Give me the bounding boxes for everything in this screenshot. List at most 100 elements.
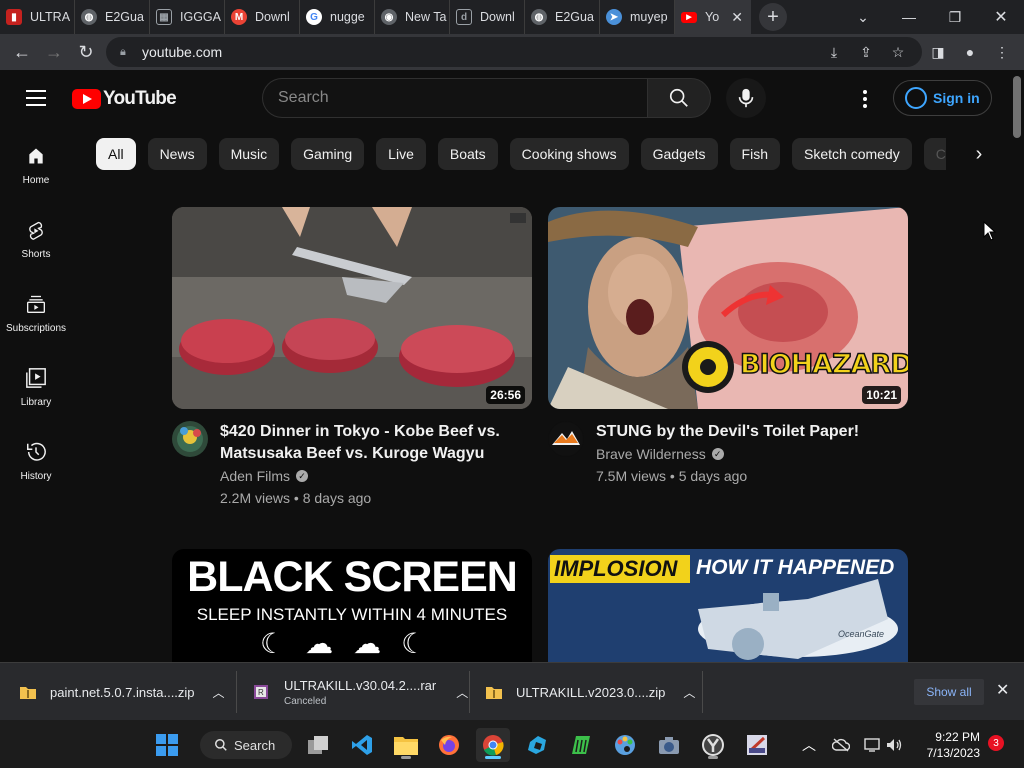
url-text: youtube.com <box>142 44 223 60</box>
igg-icon: ▦ <box>156 9 172 25</box>
volume-icon[interactable] <box>878 728 912 762</box>
download-item[interactable]: ULTRAKILL.v2023.0....zip ︿ <box>486 663 695 721</box>
chevron-right-icon[interactable]: › <box>962 138 996 171</box>
browser-tab[interactable]: ▮ ULTRA <box>0 0 75 34</box>
chevron-up-icon[interactable]: ︿ <box>213 684 225 701</box>
chip-live[interactable]: Live <box>376 138 426 170</box>
browser-tab[interactable]: d Downl <box>450 0 525 34</box>
chip-fish[interactable]: Fish <box>729 138 780 170</box>
paint-icon[interactable] <box>608 728 642 762</box>
video-thumbnail[interactable]: BIOHAZARD 10:21 <box>548 207 908 409</box>
chip-gaming[interactable]: Gaming <box>291 138 365 170</box>
browser-tab[interactable]: Gnugge <box>300 0 375 34</box>
side-panel-icon[interactable]: ◨ <box>922 36 954 68</box>
chip-gadgets[interactable]: Gadgets <box>640 138 718 170</box>
windows-start-icon[interactable] <box>150 728 184 762</box>
address-bar[interactable]: 🔒︎ youtube.com <box>106 37 922 67</box>
settings-menu-icon[interactable] <box>856 88 874 110</box>
chrome-taskbar-icon[interactable] <box>476 728 510 762</box>
microphone-icon <box>738 88 754 108</box>
video-card[interactable]: BLACK SCREEN SLEEP INSTANTLY WITHIN 4 MI… <box>172 549 532 662</box>
thumbnail-brand: OceanGate <box>838 629 885 639</box>
bookmark-star-icon[interactable]: ☆ <box>882 36 914 68</box>
chevron-up-icon[interactable]: ︿ <box>683 684 695 701</box>
app-icon[interactable] <box>564 728 598 762</box>
taskbar-search[interactable]: Search <box>200 731 292 759</box>
browser-tab[interactable]: M Downl <box>225 0 300 34</box>
firefox-icon[interactable] <box>432 728 466 762</box>
forward-button[interactable]: → <box>38 36 70 68</box>
back-button[interactable]: ← <box>6 36 38 68</box>
chip-sketch-comedy[interactable]: Sketch comedy <box>792 138 912 170</box>
chip-news[interactable]: News <box>147 138 207 170</box>
search-button[interactable] <box>647 78 711 118</box>
app-icon[interactable] <box>520 728 554 762</box>
restore-button[interactable]: ❐ <box>932 0 978 34</box>
chevron-up-icon[interactable]: ︿ <box>792 728 826 762</box>
sidebar-item-shorts[interactable]: Shorts <box>0 202 72 276</box>
video-title[interactable]: STUNG by the Devil's Toilet Paper! <box>596 421 859 443</box>
page-scrollbar[interactable] <box>1010 70 1024 662</box>
chrome-icon: ◉ <box>381 9 397 25</box>
browser-tab[interactable]: ◍ E2Gua <box>525 0 600 34</box>
sidebar-item-home[interactable]: Home <box>0 128 72 202</box>
thumbnail-text: BIOHAZARD <box>739 348 908 381</box>
video-card[interactable]: 26:56 $420 Dinner in Tokyo - Kobe Beef v… <box>172 207 532 506</box>
close-tab-icon[interactable]: ✕ <box>731 9 743 26</box>
browser-tab[interactable]: ◍ E2Gua <box>75 0 150 34</box>
chip-boats[interactable]: Boats <box>437 138 498 170</box>
video-card[interactable]: IMPLOSION HOW IT HAPPENED OceanGate <box>548 549 908 662</box>
download-item[interactable]: R ULTRAKILL.v30.04.2....rar Canceled ︿ <box>254 663 468 721</box>
task-view-icon[interactable] <box>302 728 336 762</box>
search-input[interactable]: Search <box>262 78 648 118</box>
vscode-icon[interactable] <box>345 728 379 762</box>
browser-tab[interactable]: ▦ IGGGA <box>150 0 225 34</box>
share-icon[interactable]: ⇪ <box>850 36 882 68</box>
youtube-logo[interactable]: YouTube <box>72 88 177 110</box>
browser-tab-active[interactable]: ▶ Yo ✕ <box>675 0 751 34</box>
close-window-button[interactable]: ✕ <box>978 0 1024 34</box>
video-thumbnail[interactable]: IMPLOSION HOW IT HAPPENED OceanGate <box>548 549 908 662</box>
video-thumbnail[interactable]: 26:56 <box>172 207 532 409</box>
camera-icon[interactable] <box>652 728 686 762</box>
sign-in-button[interactable]: Sign in <box>893 80 992 116</box>
channel-name[interactable]: Aden Films <box>220 468 290 484</box>
app-icon[interactable] <box>696 728 730 762</box>
video-card[interactable]: BIOHAZARD 10:21 STUNG by the Devil's Toi… <box>548 207 908 484</box>
chip-all[interactable]: All <box>96 138 136 170</box>
channel-avatar[interactable] <box>172 421 208 457</box>
chip-music[interactable]: Music <box>218 138 280 170</box>
video-thumbnail[interactable]: BLACK SCREEN SLEEP INSTANTLY WITHIN 4 MI… <box>172 549 532 662</box>
download-item[interactable]: paint.net.5.0.7.insta....zip ︿ <box>20 663 225 721</box>
file-explorer-icon[interactable] <box>389 728 423 762</box>
scrollbar-thumb[interactable] <box>1013 76 1021 138</box>
chip-cooking-shows[interactable]: Cooking shows <box>509 138 629 170</box>
sidebar-item-history[interactable]: History <box>0 424 72 498</box>
system-clock[interactable]: 9:22 PM 7/13/2023 <box>916 729 980 761</box>
channel-avatar[interactable] <box>548 421 584 457</box>
thumbnail-subtext: HOW IT HAPPENED <box>696 556 895 579</box>
sidebar-item-subscriptions[interactable]: Subscriptions <box>0 276 72 350</box>
new-tab-button[interactable]: + <box>759 3 787 31</box>
show-all-button[interactable]: Show all <box>914 679 984 705</box>
chip-partial[interactable]: C <box>923 138 946 170</box>
voice-search-button[interactable] <box>726 78 766 118</box>
install-icon[interactable]: ⤓ <box>818 36 850 68</box>
browser-tab[interactable]: ➤ muyep <box>600 0 675 34</box>
profile-icon[interactable]: ● <box>954 36 986 68</box>
menu-icon[interactable] <box>26 90 46 106</box>
onedrive-icon[interactable] <box>824 728 858 762</box>
close-downloads-icon[interactable]: ✕ <box>996 680 1009 700</box>
chevron-up-icon[interactable]: ︿ <box>456 684 468 701</box>
chrome-menu-icon[interactable]: ⋮ <box>986 36 1018 68</box>
minimize-button[interactable]: — <box>886 0 932 34</box>
video-title[interactable]: $420 Dinner in Tokyo - Kobe Beef vs. Mat… <box>220 421 532 465</box>
zip-folder-icon <box>486 687 502 699</box>
channel-name[interactable]: Brave Wilderness <box>596 446 706 462</box>
app-icon[interactable] <box>740 728 774 762</box>
notification-badge[interactable]: 3 <box>988 735 1004 751</box>
browser-tab[interactable]: ◉ New Ta <box>375 0 450 34</box>
reload-button[interactable]: ↻ <box>70 36 102 68</box>
tab-search-button[interactable]: ⌄ <box>840 0 886 34</box>
sidebar-item-library[interactable]: Library <box>0 350 72 424</box>
